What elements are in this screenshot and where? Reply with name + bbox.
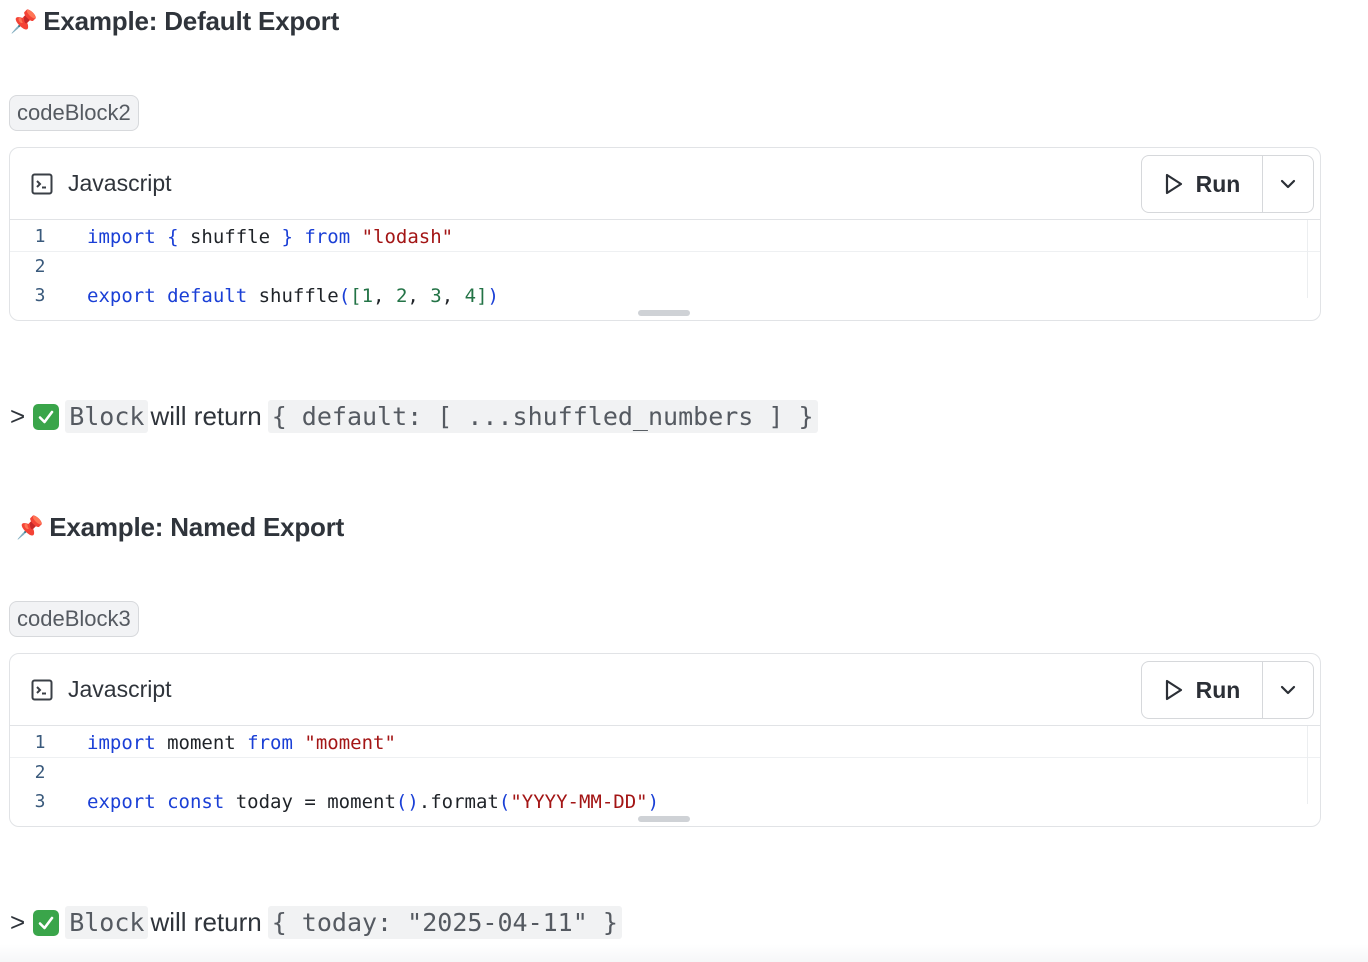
code-area[interactable]: 1 import moment from "moment" 2 3 export… — [10, 726, 1320, 816]
page-bottom-edge — [0, 944, 1368, 962]
play-icon — [1165, 173, 1182, 195]
code-line: 1 import { shuffle } from "lodash" — [10, 222, 1320, 252]
editor-header: Javascript Run — [10, 148, 1320, 220]
code-area[interactable]: 1 import { shuffle } from "lodash" 2 3 e… — [10, 220, 1320, 310]
result-line: > Block will return { today: "2025-04-11… — [10, 906, 622, 939]
return-value-code: { today: "2025-04-11" } — [267, 906, 622, 939]
play-icon — [1165, 679, 1182, 701]
result-text: will return — [150, 907, 262, 937]
run-button[interactable]: Run — [1142, 662, 1263, 718]
result-text: will return — [150, 401, 262, 431]
code-editor: Javascript Run 1 import { shuffle } from… — [9, 147, 1321, 321]
run-button-group: Run — [1141, 155, 1314, 213]
run-label: Run — [1195, 170, 1241, 197]
chevron-down-icon — [1280, 685, 1296, 695]
terminal-icon — [31, 173, 53, 194]
run-label: Run — [1195, 676, 1241, 703]
check-mark-icon — [33, 909, 60, 936]
language-label: Javascript — [68, 170, 172, 196]
check-mark-icon — [33, 403, 60, 430]
editor-header: Javascript Run — [10, 654, 1320, 726]
line-source: import moment from "moment" — [87, 731, 396, 754]
vertical-scrollbar[interactable] — [1307, 726, 1308, 804]
heading-text: Example: Default Export — [43, 6, 340, 36]
block-code: Block — [65, 400, 149, 433]
code-line: 3 export const today = moment().format("… — [10, 787, 1320, 816]
run-options-dropdown[interactable] — [1263, 156, 1313, 212]
line-source: import { shuffle } from "lodash" — [87, 225, 454, 248]
chevron-down-icon — [1280, 179, 1296, 189]
result-line: > Block will return { default: [ ...shuf… — [10, 400, 818, 433]
code-line: 2 — [10, 252, 1320, 281]
block-code: Block — [65, 906, 149, 939]
code-line: 2 — [10, 758, 1320, 787]
code-editor: Javascript Run 1 import moment from "mom… — [9, 653, 1321, 827]
section-heading: 📌 Example: Default Export — [10, 6, 339, 37]
run-options-dropdown[interactable] — [1263, 662, 1313, 718]
pushpin-icon: 📌 — [10, 8, 38, 34]
horizontal-scrollbar[interactable] — [638, 816, 690, 822]
code-block-tag[interactable]: codeBlock3 — [9, 601, 139, 637]
code-line: 1 import moment from "moment" — [10, 728, 1320, 758]
section-heading: 📌 Example: Named Export — [16, 512, 344, 543]
terminal-icon — [31, 679, 53, 700]
line-source: export const today = moment().format("YY… — [87, 790, 660, 813]
line-number: 3 — [34, 791, 46, 812]
return-value-code: { default: [ ...shuffled_numbers ] } — [267, 400, 818, 433]
pushpin-icon: 📌 — [16, 514, 44, 540]
line-number: 2 — [34, 762, 46, 783]
line-number: 3 — [34, 285, 46, 306]
code-line: 3 export default shuffle([1, 2, 3, 4]) — [10, 281, 1320, 310]
quote-marker: > — [10, 907, 26, 937]
run-button-group: Run — [1141, 661, 1314, 719]
horizontal-scrollbar[interactable] — [638, 310, 690, 316]
language-label: Javascript — [68, 676, 172, 702]
quote-marker: > — [10, 401, 26, 431]
line-number: 2 — [34, 256, 46, 277]
line-number: 1 — [34, 226, 46, 247]
run-button[interactable]: Run — [1142, 156, 1263, 212]
code-block-tag[interactable]: codeBlock2 — [9, 95, 139, 131]
line-source: export default shuffle([1, 2, 3, 4]) — [87, 284, 499, 307]
vertical-scrollbar[interactable] — [1307, 220, 1308, 298]
line-number: 1 — [34, 732, 46, 753]
heading-text: Example: Named Export — [49, 512, 345, 542]
